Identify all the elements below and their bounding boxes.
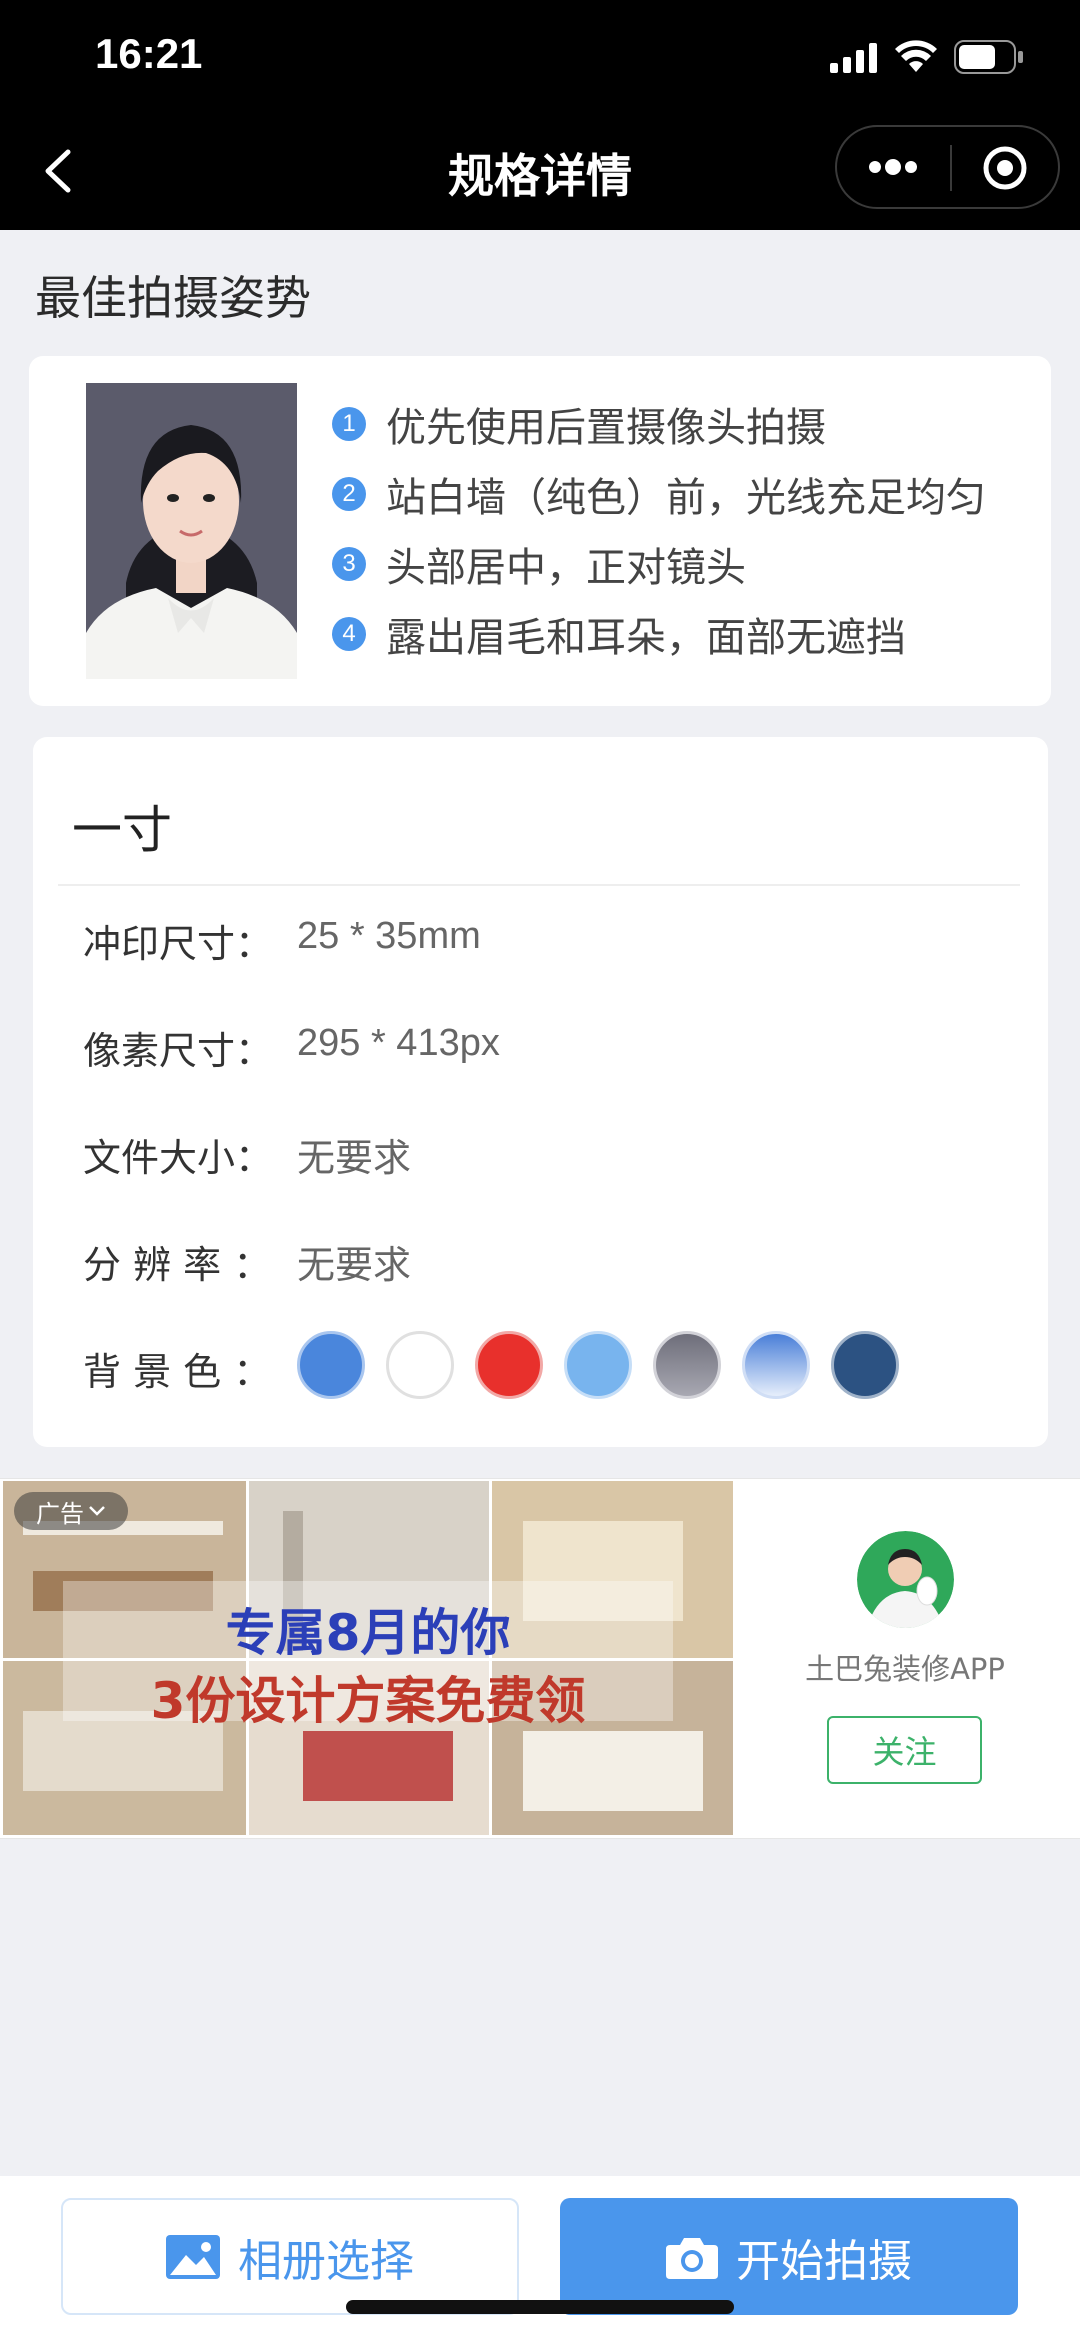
ad-tag[interactable]: 广告 [14,1492,128,1530]
start-shooting-button[interactable]: 开始拍摄 [560,2198,1018,2315]
bg-swatch-light-blue[interactable] [564,1331,632,1399]
file-size-label: 文件大小： [83,1136,274,1180]
sample-portrait-image [86,383,297,679]
tip-item: 3 头部居中，正对镜头 [332,536,746,592]
divider [58,884,1020,886]
ad-tag-label: 广告 [36,1499,84,1528]
ad-headline-2: 3份设计方案免费领 [150,1672,586,1730]
bg-swatch-gray[interactable] [653,1331,721,1399]
file-size-value: 无要求 [297,1138,412,1180]
tip-number: 1 [332,407,366,441]
album-select-button[interactable]: 相册选择 [61,2198,519,2315]
more-icon[interactable] [867,157,919,177]
background-color-label: 背 景 色 ： [83,1350,272,1394]
capsule-divider [950,145,952,191]
bg-swatch-blue[interactable] [297,1331,365,1399]
tip-text: 露出眉毛和耳朵，面部无遮挡 [386,615,906,661]
tip-number: 2 [332,477,366,511]
advertiser-avatar [857,1531,954,1628]
tip-item: 2 站白墙（纯色）前，光线充足均匀 [332,466,986,522]
album-select-label: 相册选择 [238,2235,414,2287]
tip-number: 4 [332,617,366,651]
spec-title: 一寸 [72,801,172,859]
start-shooting-label: 开始拍摄 [736,2235,912,2287]
print-size-label: 冲印尺寸： [83,922,274,966]
tip-item: 1 优先使用后置摄像头拍摄 [332,396,826,452]
follow-button[interactable]: 关注 [827,1716,982,1784]
resolution-label: 分 辨 率 ： [83,1243,272,1287]
home-indicator [346,2300,734,2314]
status-time: 16:21 [95,30,203,77]
section-title: 最佳拍摄姿势 [35,271,311,325]
camera-icon [666,2237,718,2279]
tip-number: 3 [332,547,366,581]
mini-program-capsule [835,125,1060,209]
wifi-icon [895,40,937,72]
bg-swatch-dark-blue[interactable] [831,1331,899,1399]
battery-icon [954,40,1023,74]
bg-swatch-white[interactable] [386,1331,454,1399]
print-size-value: 25 * 35mm [297,915,481,957]
resolution-value: 无要求 [297,1245,412,1287]
tip-item: 4 露出眉毛和耳朵，面部无遮挡 [332,606,906,662]
pixel-size-value: 295 * 413px [297,1022,500,1064]
signal-icon [830,43,877,73]
bg-swatch-gradient-blue[interactable] [742,1331,810,1399]
ad-image[interactable]: 专属8月的你 3份设计方案免费领 [3,1481,733,1835]
tip-text: 站白墙（纯色）前，光线充足均匀 [386,475,986,521]
pixel-size-label: 像素尺寸： [83,1029,274,1073]
tip-text: 优先使用后置摄像头拍摄 [386,405,826,451]
close-target-icon[interactable] [982,145,1028,191]
ad-headline-1: 专属8月的你 [225,1604,511,1662]
chevron-down-icon [89,1506,105,1516]
advertiser-name: 土巴兔装修APP [805,1652,1005,1686]
image-icon [166,2234,220,2279]
tip-text: 头部居中，正对镜头 [386,545,746,591]
bg-swatch-red[interactable] [475,1331,543,1399]
